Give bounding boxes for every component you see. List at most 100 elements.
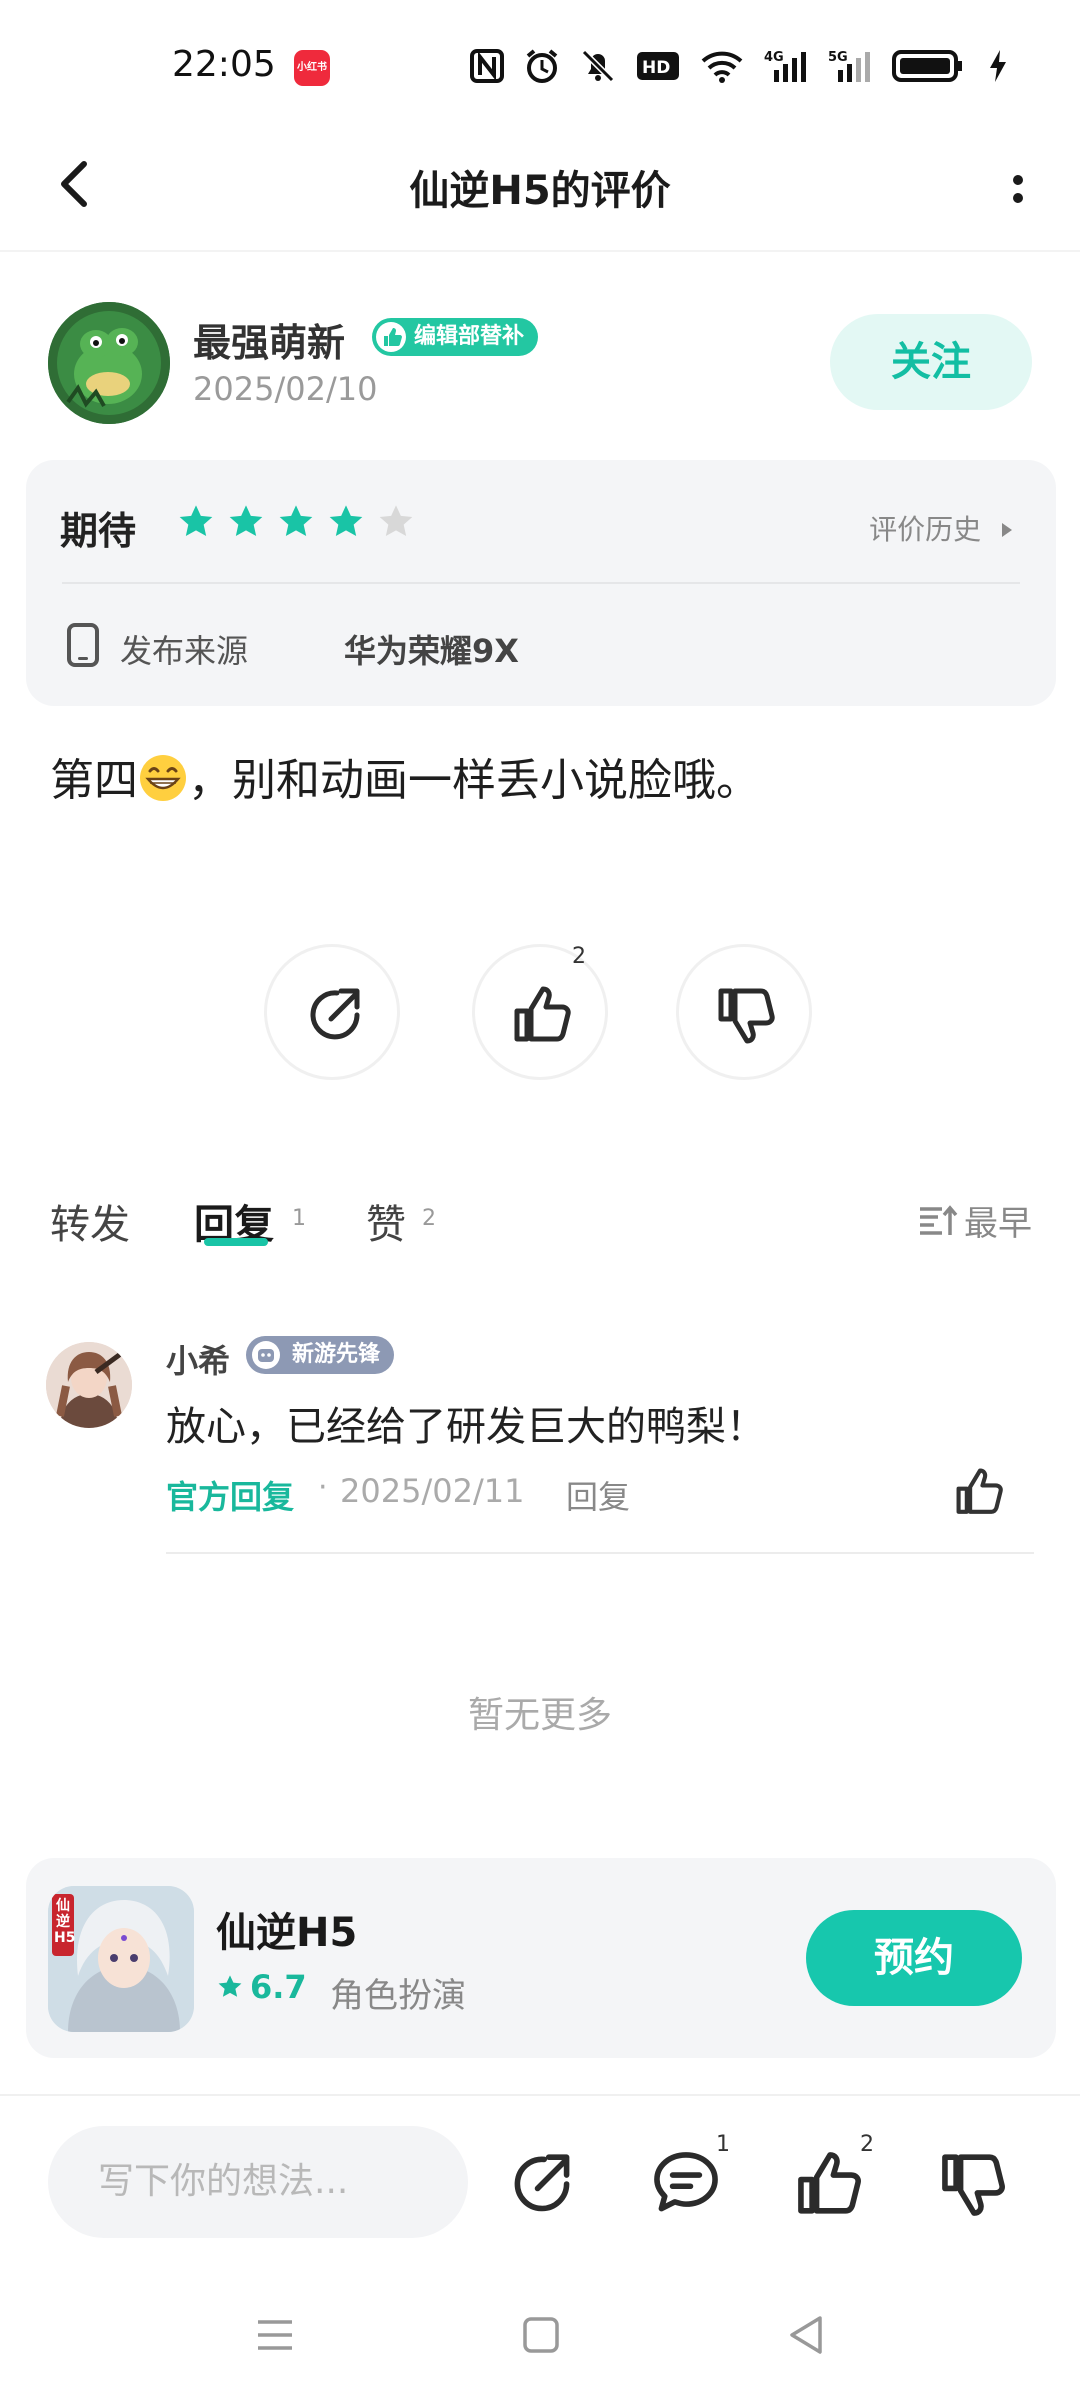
comment-author-badge-label: 新游先锋 [292, 1342, 381, 1367]
nfc-icon [470, 49, 504, 83]
comment-button[interactable] [648, 2146, 724, 2222]
game-genre: 角色扮演 [330, 1976, 466, 2016]
more-icon [1013, 175, 1023, 203]
frog-avatar-icon [48, 302, 170, 424]
rating-history-link[interactable]: 评价历史 [869, 508, 1018, 548]
app-notification-badge: 小红书 [294, 50, 330, 86]
meta-separator: · [318, 1470, 328, 1505]
thumb-down-icon [942, 2154, 1005, 2216]
rating-stars [176, 502, 416, 542]
bottom-bar-divider [0, 2094, 1080, 2096]
dislike-round-button[interactable] [676, 944, 812, 1080]
home-button[interactable] [516, 2310, 566, 2360]
more-options-button[interactable] [970, 154, 1040, 224]
rating-history-label: 评价历史 [869, 513, 982, 546]
share-icon [514, 2154, 570, 2212]
game-icon[interactable]: 仙逆H5 [48, 1886, 194, 2032]
game-score-value: 6.7 [250, 1968, 307, 2006]
top-app-bar: 仙逆H5的评价 [0, 130, 1080, 252]
thumb-up-icon [798, 2152, 861, 2214]
game-score: 6.7 [216, 1968, 307, 2006]
comment-like-button[interactable] [952, 1464, 1008, 1520]
tab-active-indicator [204, 1238, 268, 1246]
like-round-button[interactable] [472, 944, 608, 1080]
status-time: 22:05 [172, 44, 276, 85]
tab-forward[interactable]: 转发 [50, 1192, 130, 1250]
comment-icon [654, 2152, 718, 2212]
source-device: 华为荣耀9X [344, 632, 519, 670]
comment-avatar[interactable] [46, 1342, 132, 1428]
like-round-count: 2 [572, 944, 586, 969]
review-text-part2: ，别和动画一样丢小说脸哦。 [188, 755, 760, 806]
star-icon [218, 1975, 242, 1997]
phone-icon [66, 622, 100, 668]
mute-icon [581, 49, 615, 83]
star-filled-icon [279, 505, 313, 536]
status-icons: HD 4G 5G [470, 48, 1008, 84]
tab-likes-count: 2 [422, 1206, 436, 1231]
triangle-right-icon [1002, 523, 1012, 537]
post-date: 2025/02/10 [193, 370, 378, 408]
rating-card: 期待 评价历史 发布来源 华为荣耀9X [26, 460, 1056, 706]
review-text-part1: 第四 [50, 755, 138, 806]
sort-icon [920, 1204, 958, 1235]
girl-avatar-icon [46, 1342, 132, 1428]
svg-text:4G: 4G [764, 50, 784, 65]
share-button[interactable] [504, 2146, 580, 2222]
grinning-face-emoji-icon [138, 753, 188, 803]
author-avatar[interactable] [48, 302, 170, 424]
star-empty-icon [379, 505, 413, 536]
star-filled-icon [179, 505, 213, 536]
charging-icon [990, 50, 1006, 82]
comment-reply-button[interactable]: 回复 [566, 1472, 630, 1518]
game-icon-logo-text: 仙逆H5 [54, 1898, 76, 1946]
sort-label: 最早 [964, 1204, 1032, 1244]
comment-divider [166, 1552, 1034, 1554]
tab-likes[interactable]: 赞 [366, 1192, 406, 1250]
system-back-button[interactable] [782, 2310, 832, 2360]
review-text: 第四 ，别和动画一样丢小说脸哦。 [50, 744, 760, 808]
thumb-up-icon [956, 1468, 1003, 1514]
like-button[interactable] [792, 2146, 868, 2222]
comment-count: 1 [716, 2132, 730, 2157]
game-name: 仙逆H5 [216, 1910, 358, 1956]
tab-replies-count: 1 [292, 1206, 306, 1231]
recent-apps-button[interactable] [250, 2310, 300, 2360]
signal-4g-icon: 4G [764, 50, 806, 82]
gamepad-badge-icon [252, 1341, 280, 1369]
thumbs-badge-icon [376, 322, 406, 352]
comment-author-badge: 新游先锋 [246, 1336, 395, 1374]
share-icon [310, 988, 360, 1040]
svg-text:5G: 5G [828, 50, 848, 65]
battery-icon [892, 50, 962, 82]
home-icon [523, 2317, 559, 2353]
dislike-button[interactable] [936, 2146, 1012, 2222]
page-title: 仙逆H5的评价 [409, 168, 671, 214]
no-more-label: 暂无更多 [467, 1695, 612, 1736]
comment-input[interactable]: 写下你的想法... [48, 2126, 468, 2238]
author-badge: 编辑部替补 [372, 318, 539, 356]
hd-icon: HD [637, 52, 679, 80]
game-card[interactable]: 仙逆H5 仙逆H5 6.7 角色扮演 预约 [26, 1858, 1056, 2058]
author-name[interactable]: 最强萌新 [193, 312, 345, 367]
comment-text: 放心，已经给了研发巨大的鸭梨！ [166, 1404, 766, 1450]
author-badge-label: 编辑部替补 [414, 324, 525, 349]
back-triangle-icon [790, 2316, 822, 2354]
star-filled-icon [329, 505, 363, 536]
wifi-icon [701, 51, 743, 83]
comment-date: 2025/02/11 [340, 1472, 525, 1510]
svg-text:HD: HD [642, 58, 670, 78]
status-bar: 22:05 小红书 HD 4G 5G [0, 0, 1080, 130]
thumb-down-icon [718, 988, 775, 1044]
signal-5g-icon: 5G [828, 50, 870, 82]
official-reply-label: 官方回复 [166, 1478, 295, 1516]
follow-button[interactable]: 关注 [830, 314, 1032, 410]
menu-icon [258, 2320, 292, 2350]
rating-label: 期待 [60, 509, 137, 553]
share-round-button[interactable] [264, 944, 400, 1080]
reserve-button[interactable]: 预约 [806, 1910, 1022, 2006]
alarm-icon [526, 49, 558, 83]
sort-button[interactable]: 最早 [918, 1196, 1032, 1245]
comment-author-name[interactable]: 小希 [166, 1336, 230, 1382]
like-count: 2 [860, 2132, 874, 2157]
